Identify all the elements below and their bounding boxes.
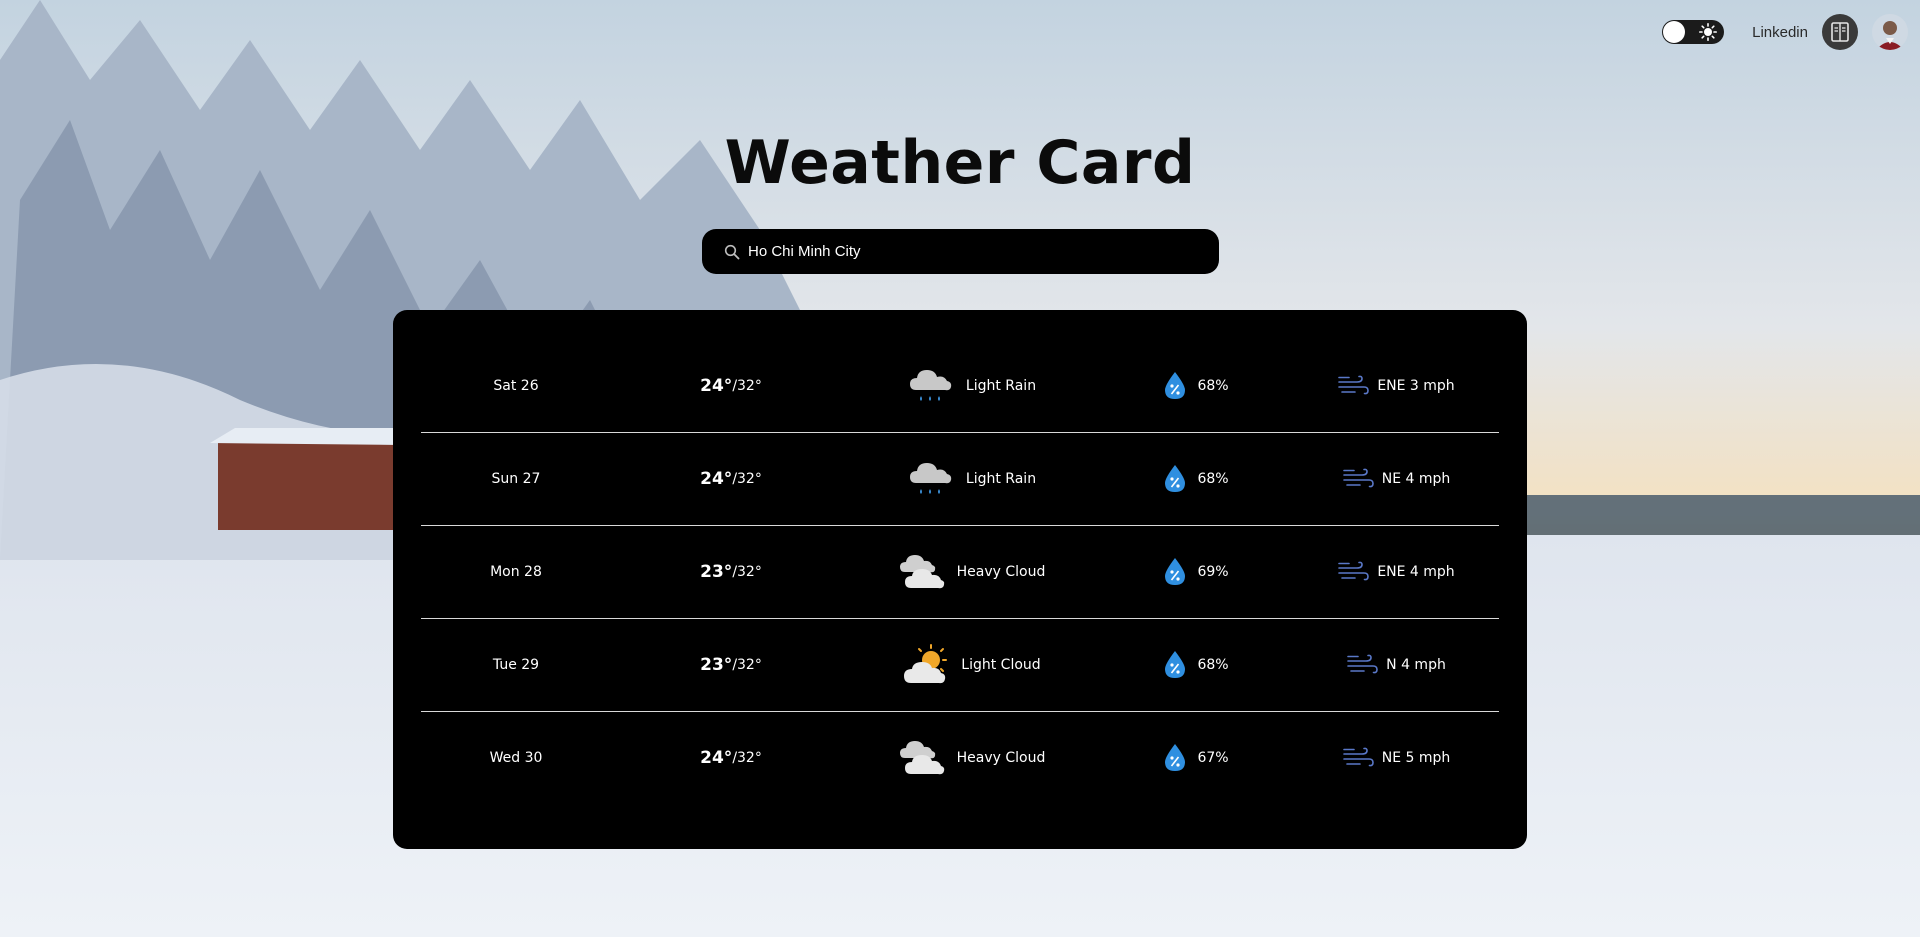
humidity-drop-icon xyxy=(1165,465,1186,492)
temp-low: /32° xyxy=(732,750,762,766)
forecast-humidity: 67% xyxy=(1111,712,1281,804)
forecast-list: Sat 26 24° /32° Light Rain 68% ENE 3 mph… xyxy=(421,340,1499,804)
wind-value: ENE 4 mph xyxy=(1377,564,1455,580)
heavy-cloud-icon xyxy=(899,741,944,775)
toggle-knob xyxy=(1663,21,1686,43)
search-input[interactable] xyxy=(746,242,1210,261)
forecast-condition: Light Cloud xyxy=(851,619,1091,711)
forecast-row: Wed 30 24° /32° Heavy Cloud 67% NE 5 mph xyxy=(421,712,1499,804)
forecast-temperature: 24° /32° xyxy=(631,433,831,525)
user-avatar-icon xyxy=(1872,14,1908,50)
temp-low: /32° xyxy=(732,378,762,394)
sun-cloud-icon xyxy=(904,644,948,684)
forecast-humidity: 68% xyxy=(1111,340,1281,432)
humidity-value: 68% xyxy=(1197,378,1229,394)
humidity-drop-icon xyxy=(1165,651,1186,678)
forecast-wind: ENE 4 mph xyxy=(1301,526,1491,618)
condition-label: Light Rain xyxy=(965,471,1037,487)
rain-cloud-icon xyxy=(909,463,952,494)
forecast-day: Tue 29 xyxy=(492,657,540,673)
forecast-temperature: 23° /32° xyxy=(631,526,831,618)
wind-value: NE 4 mph xyxy=(1381,471,1451,487)
condition-label: Heavy Cloud xyxy=(956,750,1046,766)
book-icon-button[interactable] xyxy=(1822,14,1858,50)
condition-label: Light Rain xyxy=(965,378,1037,394)
wind-icon xyxy=(1338,561,1370,581)
temp-low: /32° xyxy=(732,471,762,487)
forecast-row: Tue 29 23° /32° Light Cloud 68% N 4 mph xyxy=(421,619,1499,712)
humidity-drop-icon xyxy=(1165,558,1186,585)
temp-high: 23° xyxy=(700,562,733,582)
humidity-value: 67% xyxy=(1197,750,1229,766)
forecast-day: Mon 28 xyxy=(490,564,542,580)
linkedin-link[interactable]: Linkedin xyxy=(1752,24,1808,41)
forecast-temperature: 23° /32° xyxy=(631,619,831,711)
forecast-condition: Light Rain xyxy=(851,340,1091,432)
humidity-drop-icon xyxy=(1165,372,1186,399)
forecast-wind: N 4 mph xyxy=(1301,619,1491,711)
humidity-value: 68% xyxy=(1197,471,1229,487)
wind-icon xyxy=(1347,654,1378,674)
forecast-day: Wed 30 xyxy=(489,750,543,766)
search-icon xyxy=(724,244,740,259)
humidity-drop-icon xyxy=(1165,744,1186,771)
temp-low: /32° xyxy=(732,564,762,580)
forecast-humidity: 68% xyxy=(1111,619,1281,711)
temp-low: /32° xyxy=(732,657,762,673)
condition-label: Heavy Cloud xyxy=(956,564,1046,580)
user-avatar[interactable] xyxy=(1872,14,1908,50)
forecast-humidity: 69% xyxy=(1111,526,1281,618)
forecast-wind: ENE 3 mph xyxy=(1301,340,1491,432)
humidity-value: 69% xyxy=(1197,564,1229,580)
wind-icon xyxy=(1342,747,1374,767)
wind-value: ENE 3 mph xyxy=(1377,378,1455,394)
page-title: Weather Card xyxy=(724,128,1196,198)
rain-cloud-icon xyxy=(909,370,952,401)
forecast-day: Sat 26 xyxy=(493,378,539,394)
forecast-card: Sat 26 24° /32° Light Rain 68% ENE 3 mph… xyxy=(393,310,1527,849)
forecast-row: Sat 26 24° /32° Light Rain 68% ENE 3 mph xyxy=(421,340,1499,433)
forecast-condition: Light Rain xyxy=(851,433,1091,525)
forecast-wind: NE 4 mph xyxy=(1301,433,1491,525)
book-icon xyxy=(1831,22,1849,42)
humidity-value: 68% xyxy=(1197,657,1229,673)
temp-high: 24° xyxy=(700,376,733,396)
temp-high: 24° xyxy=(700,748,733,768)
wind-value: NE 5 mph xyxy=(1381,750,1451,766)
wind-icon xyxy=(1338,375,1370,395)
wind-icon xyxy=(1342,468,1374,488)
search-bar[interactable] xyxy=(702,229,1219,274)
forecast-row: Sun 27 24° /32° Light Rain 68% NE 4 mph xyxy=(421,433,1499,526)
temp-high: 23° xyxy=(700,655,733,675)
sun-icon xyxy=(1699,23,1718,41)
forecast-condition: Heavy Cloud xyxy=(851,712,1091,804)
wind-value: N 4 mph xyxy=(1386,657,1446,673)
forecast-wind: NE 5 mph xyxy=(1301,712,1491,804)
forecast-day: Sun 27 xyxy=(491,471,541,487)
forecast-temperature: 24° /32° xyxy=(631,340,831,432)
condition-label: Light Cloud xyxy=(961,657,1041,673)
temp-high: 24° xyxy=(700,469,733,489)
forecast-temperature: 24° /32° xyxy=(631,712,831,804)
theme-toggle[interactable] xyxy=(1662,20,1725,44)
heavy-cloud-icon xyxy=(899,555,944,589)
top-bar: Linkedin xyxy=(1662,14,1908,50)
forecast-condition: Heavy Cloud xyxy=(851,526,1091,618)
forecast-row: Mon 28 23° /32° Heavy Cloud 69% ENE 4 mp… xyxy=(421,526,1499,619)
forecast-humidity: 68% xyxy=(1111,433,1281,525)
